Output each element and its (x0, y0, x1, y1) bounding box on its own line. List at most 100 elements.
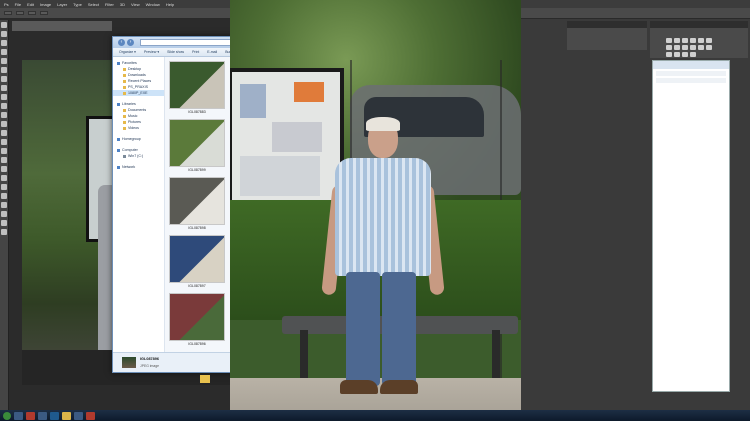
adjustment-icon[interactable] (682, 52, 688, 57)
menu-filter[interactable]: Filter (105, 2, 114, 7)
adjustment-icon[interactable] (682, 45, 688, 50)
adjustment-icon[interactable] (690, 45, 696, 50)
menu-3d[interactable]: 3D (120, 2, 125, 7)
tool-icon[interactable] (1, 202, 7, 208)
options-button[interactable] (16, 11, 24, 15)
tool-icon[interactable] (1, 22, 7, 28)
toolbar-print[interactable]: Print (192, 50, 199, 54)
sidebar-item-network[interactable]: Network (113, 164, 164, 170)
taskbar-app-icon[interactable] (38, 411, 47, 420)
adjustment-icon[interactable] (698, 45, 704, 50)
adjustment-icon[interactable] (682, 38, 688, 43)
menu-image[interactable]: Image (40, 2, 51, 7)
adjustment-icon[interactable] (666, 52, 672, 57)
adjustment-icon[interactable] (666, 38, 672, 43)
thumbnail-item[interactable]: IGL087897 (169, 235, 225, 289)
layer-row[interactable] (656, 71, 726, 76)
tool-icon[interactable] (1, 157, 7, 163)
adjustment-icon[interactable] (698, 38, 704, 43)
selected-file-name: IGL087896 (140, 357, 159, 361)
menu-type[interactable]: Type (73, 2, 82, 7)
tool-icon[interactable] (1, 94, 7, 100)
taskbar-app-icon[interactable] (74, 411, 83, 420)
poster-block (240, 84, 266, 118)
tool-icon[interactable] (1, 220, 7, 226)
thumbnail-item[interactable]: IGL087883 (169, 61, 225, 115)
document-tab[interactable] (12, 21, 112, 31)
layer-row[interactable] (656, 78, 726, 83)
menu-select[interactable]: Select (88, 2, 99, 7)
toolbar-e-mail[interactable]: E-mail (207, 50, 217, 54)
tool-icon[interactable] (1, 67, 7, 73)
tool-icon[interactable] (1, 130, 7, 136)
adjustment-icon[interactable] (666, 45, 672, 50)
thumbnail-item[interactable]: IGL087899 (169, 119, 225, 173)
toolbar-preview[interactable]: Preview ▾ (144, 50, 159, 54)
adjustment-icon[interactable] (706, 38, 712, 43)
menu-ps[interactable]: Ps (4, 2, 9, 7)
toolbar-slide-show[interactable]: Slide show (167, 50, 184, 54)
drive-icon (123, 154, 126, 158)
tool-icon[interactable] (1, 184, 7, 190)
tool-icon[interactable] (1, 76, 7, 82)
thumbnail-filename: IGL087898 (188, 226, 206, 230)
tool-icon[interactable] (1, 58, 7, 64)
menu-file[interactable]: File (15, 2, 21, 7)
tool-icon[interactable] (1, 175, 7, 181)
man-shoe (340, 380, 378, 394)
panel-header[interactable] (650, 21, 748, 28)
start-button-icon[interactable] (3, 411, 11, 420)
menu-view[interactable]: View (131, 2, 140, 7)
taskbar-app-icon[interactable] (86, 411, 95, 420)
windows-taskbar (0, 410, 750, 421)
sidebar-item-label: Win7 (C:) (128, 154, 144, 158)
photoshop-taskbar-icon[interactable] (50, 411, 59, 420)
toolbar-organize[interactable]: Organize ▾ (119, 50, 136, 54)
tool-icon[interactable] (1, 103, 7, 109)
tool-icon[interactable] (1, 31, 7, 37)
thumbnail-filename: IGL087897 (188, 284, 206, 288)
tool-icon[interactable] (1, 40, 7, 46)
bus-stop-poster (230, 68, 344, 215)
panel-header[interactable] (567, 21, 647, 28)
adjustment-icon[interactable] (690, 38, 696, 43)
menu-edit[interactable]: Edit (27, 2, 34, 7)
thumbnail-filename: IGL087896 (188, 342, 206, 346)
tool-icon[interactable] (1, 166, 7, 172)
tool-icon[interactable] (1, 112, 7, 118)
tool-icon[interactable] (1, 49, 7, 55)
back-icon[interactable]: ‹ (118, 39, 125, 46)
menu-window[interactable]: Window (146, 2, 160, 7)
tool-icon[interactable] (1, 229, 7, 235)
options-button[interactable] (4, 11, 12, 15)
tool-icon[interactable] (1, 85, 7, 91)
tool-icon[interactable] (1, 148, 7, 154)
tool-icon[interactable] (1, 211, 7, 217)
documents-icon (123, 108, 126, 112)
forward-icon[interactable]: › (127, 39, 134, 46)
adjustment-icons (666, 38, 716, 57)
adjustment-icon[interactable] (674, 52, 680, 57)
adjustment-icon[interactable] (674, 38, 680, 43)
tool-icon[interactable] (1, 193, 7, 199)
tool-icon[interactable] (1, 139, 7, 145)
layers-panel-header[interactable] (653, 61, 729, 69)
adjustment-icon[interactable] (674, 45, 680, 50)
menu-help[interactable]: Help (166, 2, 174, 7)
adjustment-icon[interactable] (706, 45, 712, 50)
explorer-taskbar-icon[interactable] (62, 411, 71, 420)
taskbar-app-icon[interactable] (14, 411, 23, 420)
folder-icon[interactable] (200, 375, 210, 383)
tool-icon[interactable] (1, 121, 7, 127)
thumbnail-item[interactable]: IGL087898 (169, 177, 225, 231)
homegroup-icon (117, 137, 120, 141)
sidebar-item-label: Network (122, 165, 136, 169)
options-button[interactable] (40, 11, 48, 15)
thumbnail-item[interactable]: IGL087896 (169, 293, 225, 347)
taskbar-app-icon[interactable] (26, 411, 35, 420)
adjustment-icon[interactable] (690, 52, 696, 57)
photo-overlay (230, 0, 521, 421)
options-button[interactable] (28, 11, 36, 15)
menu-layer[interactable]: Layer (57, 2, 67, 7)
sidebar-item-label: Videos (128, 126, 139, 130)
